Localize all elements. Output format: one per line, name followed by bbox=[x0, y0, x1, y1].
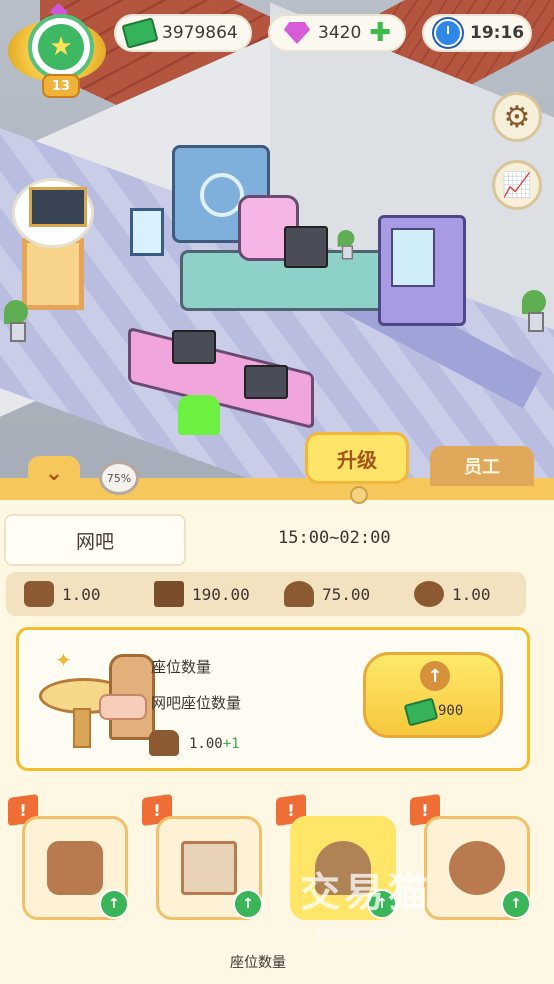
tab-pin bbox=[350, 486, 368, 504]
monitor bbox=[284, 226, 328, 268]
card-seats[interactable]: ↑ bbox=[22, 816, 129, 920]
stat-speed: 75.00 bbox=[266, 581, 396, 607]
cash-stack-icon bbox=[154, 581, 184, 607]
clock-icon bbox=[434, 19, 462, 47]
chart-icon bbox=[29, 187, 87, 227]
card-mouse[interactable]: ↑ bbox=[424, 816, 531, 920]
sparkle-icon: ✦ bbox=[55, 648, 72, 672]
cash-counter[interactable]: 3979864 bbox=[114, 14, 252, 52]
tab-upgrade[interactable]: 升级 bbox=[305, 432, 409, 484]
plus-icon[interactable]: ✚ bbox=[369, 20, 391, 46]
gear-icon: ⚙ bbox=[503, 99, 531, 135]
collapse-button[interactable]: ⌄ bbox=[28, 456, 80, 490]
seat-placeholder[interactable] bbox=[178, 395, 220, 435]
upgrade-increment: +1 bbox=[222, 736, 240, 752]
upgrade-cards: ! ↑ ! ↑ ! ↑ ! ↑ bbox=[0, 793, 554, 936]
stat-seats: 1.00 bbox=[6, 581, 136, 607]
progress-badge: 75% bbox=[99, 461, 139, 495]
tab-staff[interactable]: 员工 bbox=[430, 446, 534, 486]
upgrade-item: ✦ 座位数量 网吧座位数量 1.00+1 ↑ 900 bbox=[16, 627, 530, 771]
card-caption: 座位数量 bbox=[230, 955, 286, 971]
plant bbox=[337, 230, 355, 260]
monitor bbox=[172, 330, 216, 364]
shop-name: 网吧 bbox=[4, 514, 186, 566]
watermark: 交易猫 bbox=[300, 870, 432, 916]
mouse-icon bbox=[449, 841, 505, 895]
card-price[interactable]: ↑ bbox=[156, 816, 263, 920]
stats-button[interactable]: 📈 bbox=[492, 160, 542, 210]
chevron-down-icon: ⌄ bbox=[44, 460, 64, 486]
upgrade-description: 网吧座位数量 bbox=[151, 694, 242, 712]
upgrade-arrow-icon: ↑ bbox=[501, 889, 531, 919]
plant bbox=[4, 300, 28, 342]
cash-amount: 3979864 bbox=[162, 23, 238, 43]
wall-poster bbox=[130, 208, 164, 256]
watermark-url: jiaoyimao.com bbox=[318, 926, 413, 941]
sofa-icon bbox=[24, 581, 54, 607]
gauge-icon bbox=[284, 581, 314, 607]
arrow-up-icon: ↑ bbox=[420, 661, 450, 691]
vending-machine[interactable] bbox=[378, 215, 466, 326]
level-badge[interactable]: ★ 13 bbox=[8, 2, 106, 98]
clock-time: 19:16 bbox=[470, 23, 525, 43]
level-number: 13 bbox=[42, 74, 80, 98]
cash-icon bbox=[121, 17, 159, 49]
stat-price: 190.00 bbox=[136, 581, 266, 607]
stats-bar: 1.00 190.00 75.00 1.00 bbox=[6, 572, 526, 616]
sofa-icon bbox=[149, 730, 179, 756]
upgrade-arrow-icon: ↑ bbox=[99, 889, 129, 919]
monitor bbox=[244, 365, 288, 399]
stat-mouse: 1.00 bbox=[396, 581, 526, 607]
upgrade-price: 900 bbox=[438, 703, 464, 719]
clock-display: 19:16 bbox=[422, 14, 532, 52]
gem-icon bbox=[284, 22, 310, 44]
gem-counter[interactable]: 3420 ✚ bbox=[268, 14, 406, 52]
cash-stack-icon bbox=[181, 841, 237, 895]
chart-icon: 📈 bbox=[502, 171, 532, 199]
sofa-icon bbox=[47, 841, 103, 895]
upgrade-arrow-icon: ↑ bbox=[233, 889, 263, 919]
gem-amount: 3420 bbox=[318, 23, 362, 43]
settings-button[interactable]: ⚙ bbox=[492, 92, 542, 142]
star-icon: ★ bbox=[38, 24, 84, 70]
mouse-icon bbox=[414, 581, 444, 607]
cash-icon bbox=[403, 697, 439, 727]
plant bbox=[522, 290, 546, 332]
upgrade-value: 1.00+1 bbox=[189, 736, 240, 752]
opening-hours: 15:00~02:00 bbox=[278, 528, 391, 548]
income-bubble[interactable] bbox=[12, 178, 94, 248]
upgrade-buy-button[interactable]: ↑ 900 bbox=[363, 652, 503, 738]
upgrade-title: 座位数量 bbox=[151, 658, 212, 676]
window bbox=[22, 238, 84, 310]
